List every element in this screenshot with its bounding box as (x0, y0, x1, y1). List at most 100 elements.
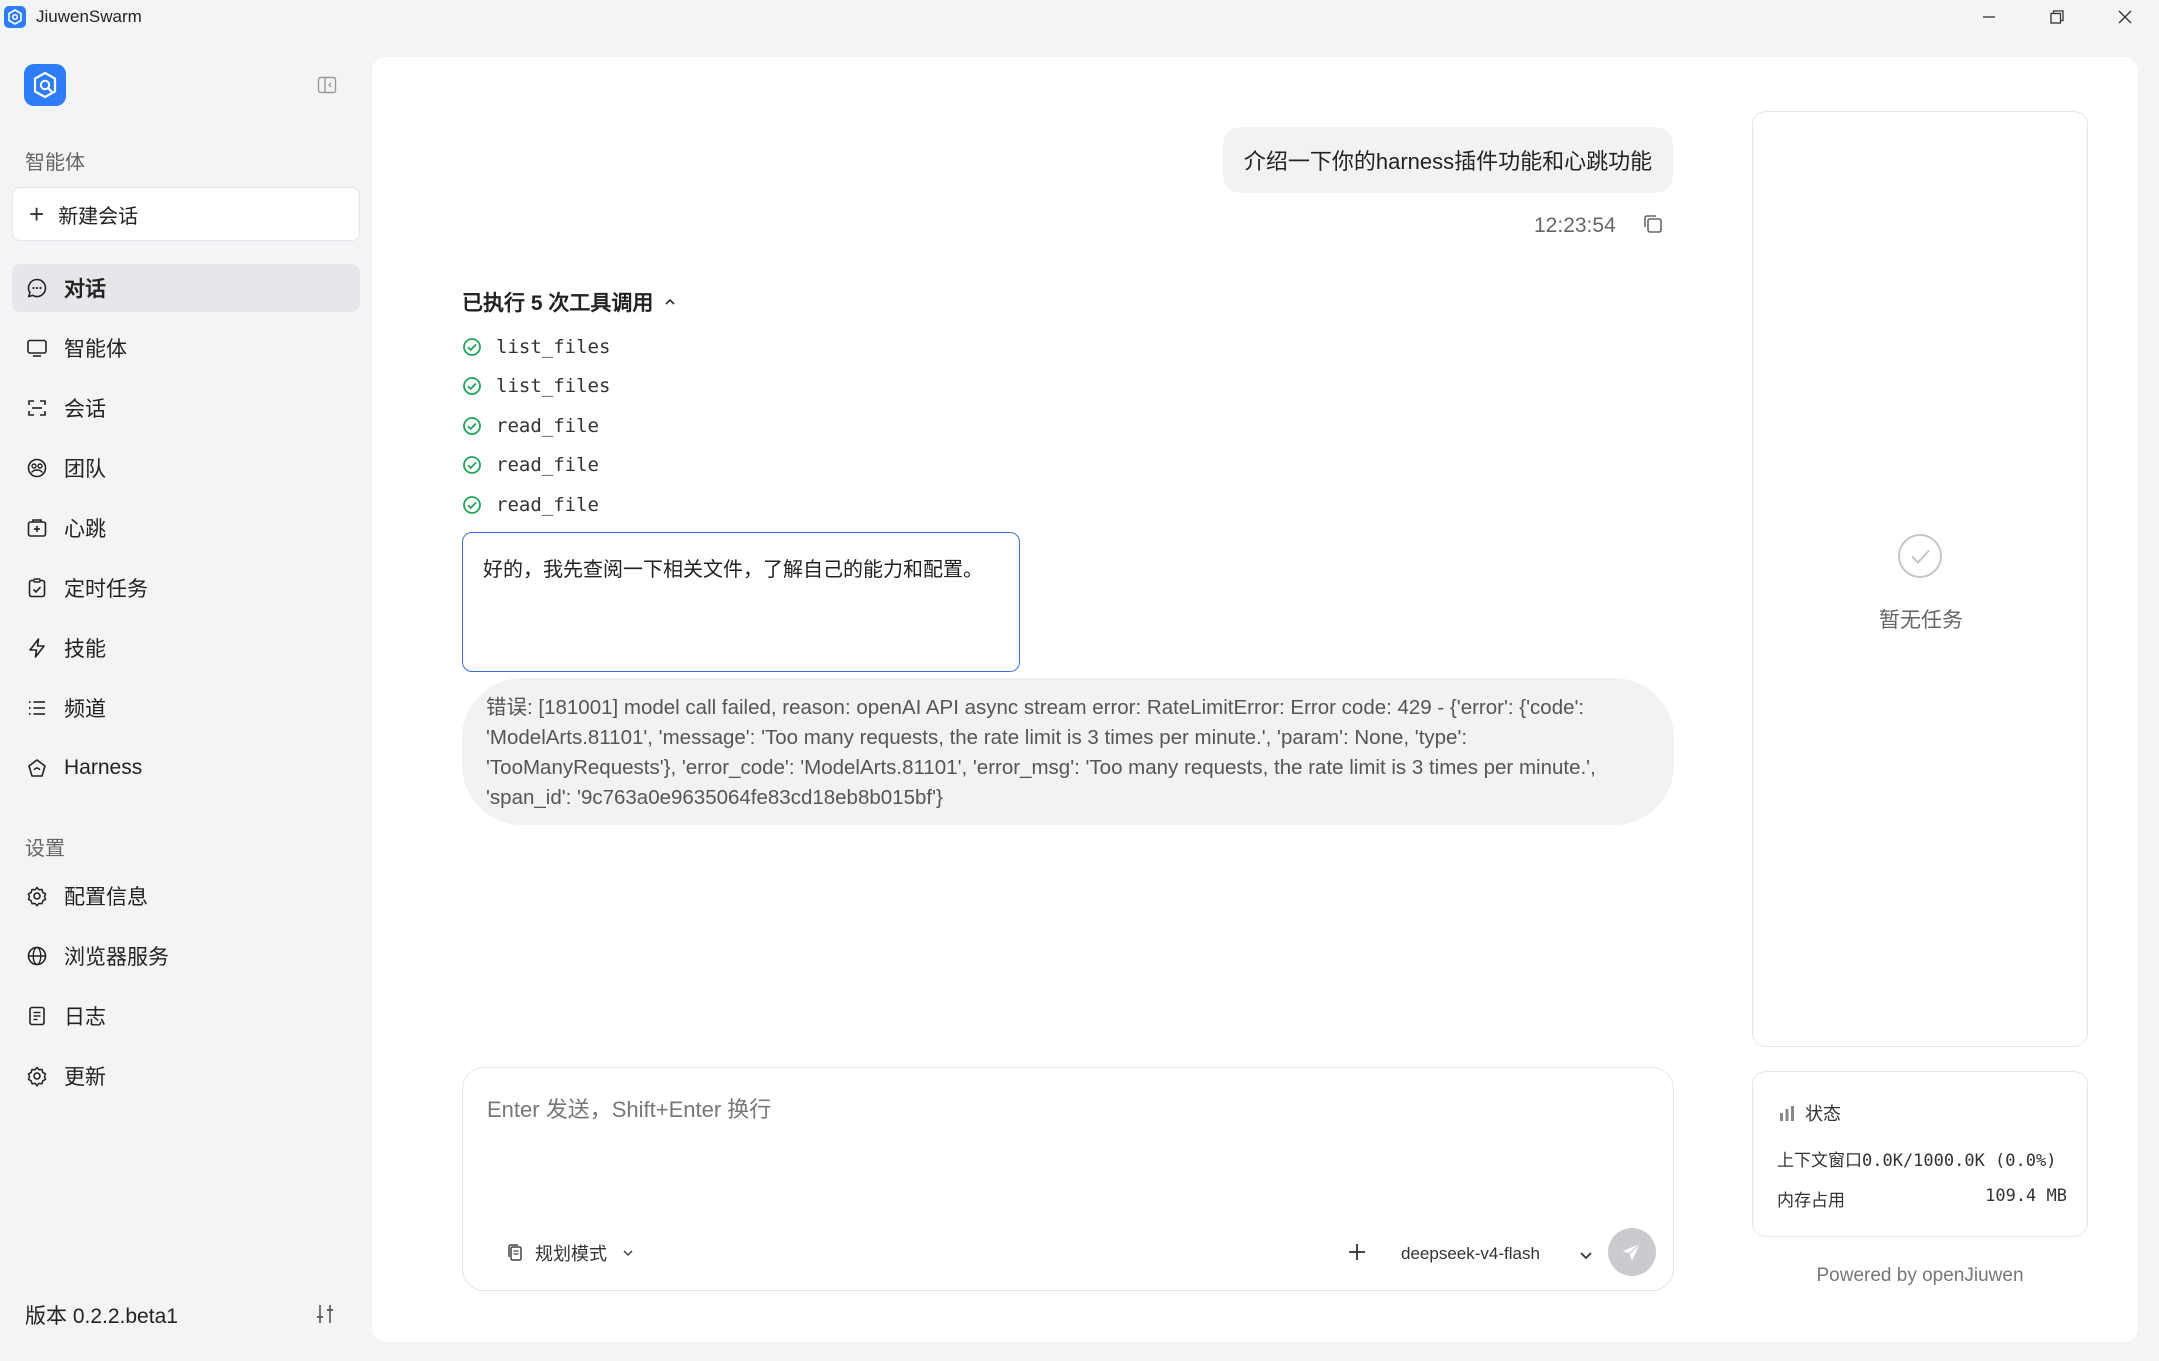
model-selector[interactable]: deepseek-v4-flash (1401, 1244, 1540, 1264)
sidebar-item-label: 技能 (64, 638, 106, 661)
team-icon (24, 455, 50, 481)
sidebar-item-label: 会话 (64, 398, 106, 421)
context-window-value: 0.0K/1000.0K (0.0%) (1862, 1151, 2057, 1171)
check-circle-icon (463, 456, 481, 475)
user-message-text: 介绍一下你的harness插件功能和心跳功能 (1243, 149, 1653, 174)
mode-label: 规划模式 (535, 1244, 607, 1264)
copy-icon (1644, 215, 1662, 233)
status-header: 状态 (1777, 1100, 1841, 1126)
powered-by-label: Powered by openJiuwen (1816, 1265, 2024, 1286)
version-label: 版本 0.2.2.beta1 (25, 1305, 178, 1328)
tool-call-item[interactable]: list_files (462, 327, 610, 367)
globe-icon (24, 943, 50, 969)
sidebar-item-sessions[interactable]: 会话 (12, 384, 360, 432)
sidebar-item-channels[interactable]: 频道 (12, 684, 360, 732)
list-icon (24, 695, 50, 721)
app-logo-icon (4, 6, 26, 28)
restore-icon (2050, 10, 2064, 24)
section-label-agents: 智能体 (25, 152, 85, 174)
sidebar-item-label: 团队 (64, 458, 106, 481)
sidebar-item-agents[interactable]: 智能体 (12, 324, 360, 372)
sidebar-item-config[interactable]: 配置信息 (12, 872, 360, 920)
new-chat-button[interactable]: + 新建会话 (12, 187, 360, 241)
gear-icon (24, 883, 50, 909)
sidebar-collapse-icon (317, 76, 337, 94)
tool-calls-toggle[interactable]: 已执行 5 次工具调用 (462, 287, 677, 317)
sidebar-item-label: 对话 (64, 278, 106, 301)
assistant-message[interactable]: 好的，我先查阅一下相关文件，了解自己的能力和配置。 (462, 532, 1020, 672)
check-circle-icon (463, 377, 481, 396)
sidebar-item-harness[interactable]: Harness (12, 744, 360, 792)
heartbeat-icon (24, 515, 50, 541)
section-label-settings: 设置 (25, 838, 65, 860)
send-button[interactable] (1608, 1228, 1656, 1276)
chevron-down-icon (1580, 1252, 1592, 1260)
sidebar-item-label: 浏览器服务 (64, 946, 169, 969)
clipboard-copy-icon (508, 1244, 522, 1261)
tool-call-name: read_file (496, 414, 599, 437)
context-window-label: 上下文窗口 (1777, 1151, 1862, 1170)
message-timestamp: 12:23:54 (1534, 214, 1616, 237)
add-attachment-button[interactable] (1343, 1238, 1371, 1266)
plus-icon (1349, 1244, 1365, 1260)
memory-usage-value: 109.4 MB (1985, 1186, 2067, 1206)
minimize-icon (1983, 16, 1995, 18)
tool-call-item[interactable]: read_file (462, 446, 610, 486)
minimize-button[interactable] (1955, 0, 2023, 34)
sidebar-item-chat[interactable]: 对话 (12, 264, 360, 312)
log-icon (24, 1003, 50, 1029)
app-logo[interactable] (24, 64, 66, 106)
check-circle-icon (463, 495, 481, 514)
message-composer: 规划模式 deepseek-v4-flash (462, 1067, 1674, 1291)
logo-icon (33, 71, 57, 99)
tool-calls-summary: 已执行 5 次工具调用 (462, 292, 654, 315)
sliders-icon (317, 1305, 333, 1323)
context-window-row: 上下文窗口0.0K/1000.0K (0.0%) (1777, 1146, 2067, 1171)
tool-call-name: list_files (496, 335, 611, 358)
chat-bubble-icon (24, 275, 50, 301)
chevron-up-icon (665, 298, 675, 305)
task-panel: 暂无任务 (1752, 111, 2088, 1047)
sidebar: 智能体 + 新建会话 对话 智能体 会话 团队 心跳 定时任务 技能 频道 Ha… (0, 34, 372, 1361)
sidebar-item-label: Harness (64, 756, 143, 779)
title-bar: JiuwenSwarm (0, 0, 2159, 34)
message-input[interactable] (487, 1092, 1647, 1182)
bar-chart-icon (1780, 1106, 1794, 1121)
error-message-text: 错误: [181001] model call failed, reason: … (486, 696, 1596, 809)
restore-button[interactable] (2023, 0, 2091, 34)
monitor-icon (24, 335, 50, 361)
sidebar-item-update[interactable]: 更新 (12, 1052, 360, 1100)
new-chat-label: 新建会话 (58, 205, 139, 228)
sidebar-item-logs[interactable]: 日志 (12, 992, 360, 1040)
sidebar-item-browser-service[interactable]: 浏览器服务 (12, 932, 360, 980)
tool-call-item[interactable]: list_files (462, 367, 610, 407)
sidebar-item-heartbeat[interactable]: 心跳 (12, 504, 360, 552)
collapse-sidebar-button[interactable] (316, 74, 338, 96)
sidebar-item-label: 心跳 (64, 518, 106, 541)
error-message: 错误: [181001] model call failed, reason: … (462, 678, 1674, 825)
lightning-icon (24, 635, 50, 661)
sidebar-item-team[interactable]: 团队 (12, 444, 360, 492)
close-button[interactable] (2091, 0, 2159, 34)
model-dropdown-toggle[interactable] (1577, 1246, 1595, 1264)
tool-call-name: list_files (496, 375, 611, 398)
sidebar-item-label: 更新 (64, 1066, 106, 1089)
sidebar-item-scheduled-tasks[interactable]: 定时任务 (12, 564, 360, 612)
copy-message-button[interactable] (1640, 211, 1666, 237)
sidebar-item-label: 频道 (64, 698, 106, 721)
sidebar-item-label: 配置信息 (64, 886, 148, 909)
session-icon (24, 395, 50, 421)
preferences-button[interactable] (314, 1302, 336, 1326)
sidebar-item-skills[interactable]: 技能 (12, 624, 360, 672)
close-icon (2118, 10, 2132, 24)
mode-dropdown[interactable]: 规划模式 (505, 1240, 635, 1266)
tool-call-list: list_files list_files read_file read_fil… (462, 327, 610, 525)
check-circle-icon (463, 416, 481, 435)
update-gear-icon (24, 1063, 50, 1089)
window-title: JiuwenSwarm (36, 7, 142, 26)
sidebar-item-label: 智能体 (64, 338, 127, 361)
tool-call-item[interactable]: read_file (462, 406, 610, 446)
memory-usage-label: 内存占用 (1777, 1191, 1845, 1210)
tool-call-item[interactable]: read_file (462, 485, 610, 525)
check-circle-icon (463, 337, 481, 356)
